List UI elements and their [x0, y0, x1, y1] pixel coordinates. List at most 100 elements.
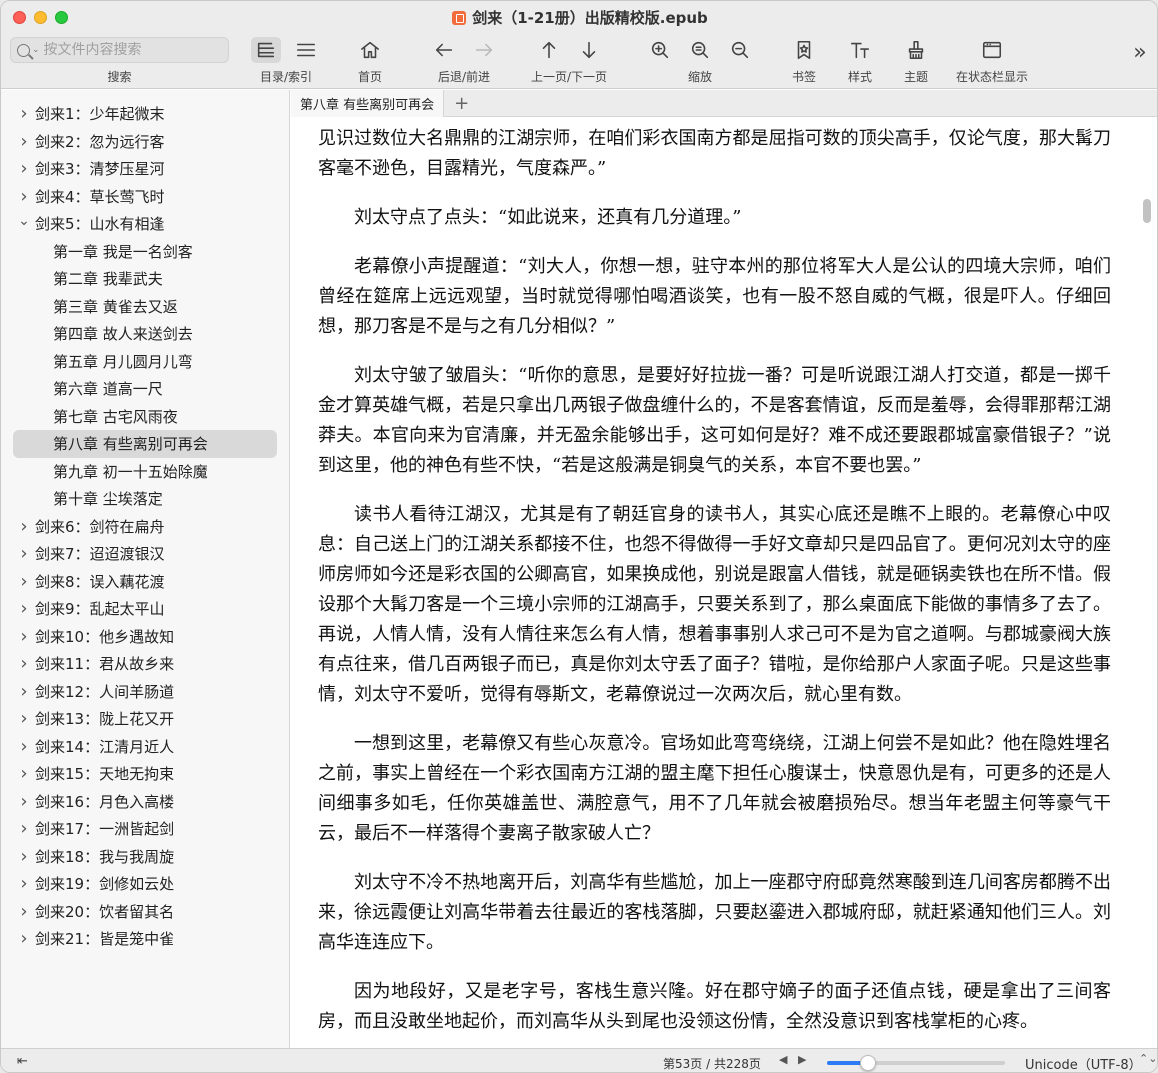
toc-volume-item[interactable]: › 剑来8：误入藕花渡 — [1, 568, 289, 596]
toc-volume-item[interactable]: › 剑来14：江清月近人 — [1, 733, 289, 761]
encoding-select[interactable]: Unicode（UTF-8） — [1025, 1054, 1142, 1072]
chevron-right-icon[interactable]: › — [15, 818, 33, 839]
chevron-right-icon[interactable]: › — [15, 103, 33, 124]
statusbar-toolgroup: 在状态栏显示 — [949, 35, 1035, 84]
chevron-right-icon[interactable]: › — [15, 543, 33, 564]
toc-item-label: 第七章 古宅风雨夜 — [53, 407, 178, 426]
statusbar-window-icon[interactable] — [977, 37, 1007, 63]
toc-volume-item[interactable]: › 剑来21：皆是笼中雀 — [1, 925, 289, 953]
reader-content[interactable]: 见识过数位大名鼎鼎的江湖宗师，在咱们彩衣国南方都是屈指可数的顶尖高手，仅论气度，… — [291, 118, 1141, 1048]
toc-volume-item[interactable]: › 剑来12：人间羊肠道 — [1, 678, 289, 706]
toc-item-label: 剑来3：清梦压星河 — [35, 160, 165, 179]
toc-volume-item[interactable]: › 剑来16：月色入高楼 — [1, 788, 289, 816]
page-slider[interactable] — [827, 1055, 1005, 1071]
chevron-right-icon[interactable]: › — [15, 158, 33, 179]
toc-chapter-item[interactable]: 第三章 黄雀去又返 — [1, 293, 289, 321]
toc-item-label: 第十章 尘埃落定 — [53, 490, 163, 509]
chevron-right-icon[interactable]: › — [15, 763, 33, 784]
chevron-right-icon[interactable]: › — [15, 598, 33, 619]
chevron-right-icon[interactable]: › — [15, 736, 33, 757]
toc-item-label: 剑来19：剑修如云处 — [35, 875, 175, 894]
chevron-right-icon[interactable]: › — [15, 516, 33, 537]
toc-volume-item[interactable]: › 剑来13：陇上花又开 — [1, 705, 289, 733]
toc-volume-item[interactable]: › 剑来6：剑符在扁舟 — [1, 513, 289, 541]
brush-icon[interactable] — [901, 37, 931, 63]
bookmark-star-icon[interactable] — [789, 37, 819, 63]
back-arrow-icon[interactable] — [429, 37, 459, 63]
chevron-right-icon[interactable]: › — [15, 873, 33, 894]
toc-chapter-item[interactable]: 第一章 我是一名剑客 — [1, 238, 289, 266]
arrow-down-icon[interactable] — [574, 37, 604, 63]
paragraph: 刘太守皱了皱眉头：“听你的意思，是要好好拉拢一番？可是听说跟江湖人打交道，都是一… — [318, 365, 1111, 476]
search-label: 搜索 — [107, 70, 132, 84]
index-list-icon[interactable] — [291, 37, 321, 63]
overflow-chevron-icon[interactable]: » — [1125, 39, 1155, 65]
chevron-down-icon[interactable]: ⌄ — [15, 213, 33, 229]
home-icon[interactable] — [355, 37, 385, 63]
toc-chapter-item[interactable]: 第六章 道高一尺 — [1, 375, 289, 403]
toc-item-label: 第三章 黄雀去又返 — [53, 297, 178, 316]
chevron-right-icon[interactable]: › — [15, 571, 33, 592]
content-scrollbar[interactable] — [1143, 199, 1151, 223]
chevron-right-icon[interactable]: › — [15, 626, 33, 647]
toc-volume-item[interactable]: › 剑来3：清梦压星河 — [1, 155, 289, 183]
theme-label: 主题 — [903, 70, 928, 84]
toc-volume-item[interactable]: › 剑来11：君从故乡来 — [1, 650, 289, 678]
chevron-down-icon[interactable]: ⌄ — [32, 45, 40, 55]
chevron-right-icon[interactable]: › — [15, 653, 33, 674]
style-label: 样式 — [847, 70, 872, 84]
zoom-label: 缩放 — [687, 70, 712, 84]
toc-volume-item[interactable]: › 剑来4：草长莺飞时 — [1, 183, 289, 211]
chevron-right-icon[interactable]: › — [15, 681, 33, 702]
search-input[interactable] — [43, 42, 214, 58]
toc-volume-item[interactable]: › 剑来7：迢迢渡银汉 — [1, 540, 289, 568]
toc-chapter-item[interactable]: 第五章 月儿圆月儿弯 — [1, 348, 289, 376]
chevron-right-icon[interactable]: › — [15, 708, 33, 729]
forward-arrow-icon[interactable] — [469, 37, 499, 63]
toc-chapter-item[interactable]: 第九章 初一十五始除魔 — [1, 458, 289, 486]
toc-volume-item[interactable]: › 剑来2：忽为远行客 — [1, 128, 289, 156]
chevron-right-icon[interactable]: › — [15, 791, 33, 812]
search-field[interactable]: ⌄ — [10, 37, 229, 63]
toc-label: 目录/索引 — [259, 70, 313, 84]
zoom-actual-icon[interactable] — [685, 37, 715, 63]
toc-chapter-item[interactable]: 第四章 故人来送剑去 — [1, 320, 289, 348]
toc-volume-item[interactable]: › 剑来1：少年起微末 — [1, 100, 289, 128]
prev-page-icon[interactable]: ◀ — [779, 1053, 787, 1066]
chevron-right-icon[interactable]: › — [15, 928, 33, 949]
toc-volume-item[interactable]: › 剑来10：他乡遇故知 — [1, 623, 289, 651]
arrow-up-icon[interactable] — [534, 37, 564, 63]
chevron-right-icon[interactable]: › — [15, 186, 33, 207]
toc-chapter-item[interactable]: 第二章 我辈武夫 — [1, 265, 289, 293]
zoom-out-icon[interactable] — [725, 37, 755, 63]
toc-chapter-item[interactable]: 第八章 有些离别可再会 — [13, 430, 277, 458]
epub-file-icon — [452, 10, 467, 25]
prevnext-toolgroup: 上一页/下一页 — [524, 35, 614, 84]
page-slider-knob[interactable] — [860, 1055, 877, 1071]
encoding-chevron-icon[interactable]: ⌃⌄ — [1139, 1052, 1157, 1065]
toc-item-label: 剑来12：人间羊肠道 — [35, 682, 175, 701]
sidebar-toggle-icon[interactable]: ⇤ — [17, 1054, 28, 1069]
chevron-right-icon[interactable]: › — [15, 846, 33, 867]
next-page-icon[interactable]: ▶ — [798, 1053, 806, 1066]
chevron-right-icon[interactable]: › — [15, 131, 33, 152]
toc-toolgroup: 目录/索引 — [241, 35, 331, 84]
toc-chapter-item[interactable]: 第十章 尘埃落定 — [1, 485, 289, 513]
toc-volume-item[interactable]: › 剑来15：天地无拘束 — [1, 760, 289, 788]
zoom-in-icon[interactable] — [645, 37, 675, 63]
toc-volume-item[interactable]: › 剑来19：剑修如云处 — [1, 870, 289, 898]
home-toolgroup: 首页 — [347, 35, 393, 84]
toc-chapter-item[interactable]: 第七章 古宅风雨夜 — [1, 403, 289, 431]
toc-volume-item[interactable]: › 剑来18：我与我周旋 — [1, 843, 289, 871]
toc-tree-icon[interactable] — [251, 37, 281, 63]
toc-volume-item[interactable]: › 剑来17：一洲皆起剑 — [1, 815, 289, 843]
page-indicator: 第53页 / 共228页 — [663, 1057, 761, 1071]
toc-volume-item[interactable]: › 剑来9：乱起太平山 — [1, 595, 289, 623]
toc-item-label: 剑来2：忽为远行客 — [35, 132, 165, 151]
chevron-right-icon[interactable]: › — [15, 901, 33, 922]
toc-volume-item[interactable]: › 剑来20：饮者留其名 — [1, 898, 289, 926]
add-tab-icon[interactable]: + — [454, 93, 469, 114]
tab-chapter-8[interactable]: 第八章 有些离别可再会 — [291, 89, 445, 117]
text-style-icon[interactable] — [845, 37, 875, 63]
toc-volume-item[interactable]: ⌄ 剑来5：山水有相逢 — [1, 210, 289, 238]
